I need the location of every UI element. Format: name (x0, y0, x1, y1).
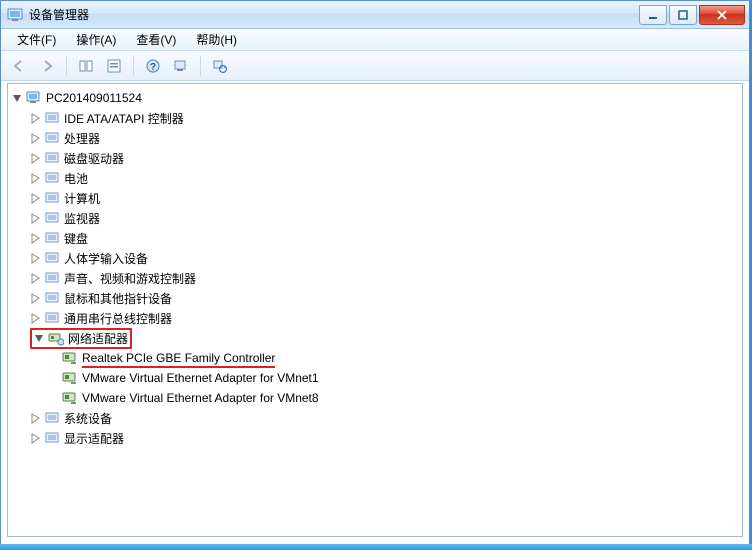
tree-item-label: 系统设备 (64, 410, 112, 427)
expander-icon[interactable] (30, 213, 41, 224)
computer-icon (26, 90, 42, 106)
close-button[interactable] (699, 5, 745, 25)
tree-item-label: 电池 (64, 170, 88, 187)
tree-item[interactable]: 声音、视频和游戏控制器 (30, 268, 742, 288)
device-icon (62, 370, 78, 386)
menu-action[interactable]: 操作(A) (66, 29, 126, 50)
tree-leaf-label: VMware Virtual Ethernet Adapter for VMne… (82, 391, 319, 405)
expander-icon[interactable] (30, 133, 41, 144)
tree-item[interactable]: 计算机 (30, 188, 742, 208)
help-button[interactable]: ? (141, 54, 165, 78)
tree-item-label: 人体学输入设备 (64, 250, 148, 267)
expander-spacer (48, 393, 59, 404)
category-icon (44, 230, 60, 246)
category-icon (44, 210, 60, 226)
expander-icon[interactable] (34, 333, 45, 344)
category-icon (44, 130, 60, 146)
tree-item[interactable]: 键盘 (30, 228, 742, 248)
expander-icon[interactable] (30, 293, 41, 304)
expander-spacer (48, 373, 59, 384)
show-hide-console-button[interactable] (74, 54, 98, 78)
tree-item-label: 处理器 (64, 130, 100, 147)
tree-item-label: IDE ATA/ATAPI 控制器 (64, 110, 184, 127)
tree-panel[interactable]: PC201409011524 IDE ATA/ATAPI 控制器处理器磁盘驱动器电… (7, 83, 743, 537)
tree-item-label: 显示适配器 (64, 430, 124, 447)
app-icon (7, 7, 23, 23)
menu-file[interactable]: 文件(F) (7, 29, 66, 50)
tree-item-label: 网络适配器 (68, 330, 128, 347)
tree-item-label: 计算机 (64, 190, 100, 207)
category-icon (44, 250, 60, 266)
tree-item[interactable]: IDE ATA/ATAPI 控制器 (30, 108, 742, 128)
tree-item-label: 键盘 (64, 230, 88, 247)
tree-item[interactable]: 监视器 (30, 208, 742, 228)
tree-item-label: 声音、视频和游戏控制器 (64, 270, 196, 287)
menu-view[interactable]: 查看(V) (126, 29, 186, 50)
tree-item[interactable]: 人体学输入设备 (30, 248, 742, 268)
tree-item[interactable]: 通用串行总线控制器 (30, 308, 742, 328)
tree-root[interactable]: PC201409011524 IDE ATA/ATAPI 控制器处理器磁盘驱动器电… (12, 88, 742, 448)
device-icon (62, 390, 78, 406)
expander-icon[interactable] (30, 273, 41, 284)
expander-icon[interactable] (30, 173, 41, 184)
maximize-button[interactable] (669, 5, 697, 25)
scan-button[interactable] (169, 54, 193, 78)
tree-item[interactable]: 鼠标和其他指针设备 (30, 288, 742, 308)
tree-item[interactable]: 网络适配器 Realtek PCIe GBE Family Controller V… (30, 328, 742, 408)
expander-icon[interactable] (30, 233, 41, 244)
tree-leaf[interactable]: VMware Virtual Ethernet Adapter for VMne… (48, 388, 742, 408)
expander-icon[interactable] (30, 113, 41, 124)
expander-icon[interactable] (30, 413, 41, 424)
category-icon (44, 110, 60, 126)
category-icon (44, 270, 60, 286)
separator (66, 56, 67, 76)
titlebar[interactable]: 设备管理器 (1, 1, 749, 29)
category-icon (44, 190, 60, 206)
tree-leaf-label: Realtek PCIe GBE Family Controller (82, 351, 275, 365)
menubar: 文件(F) 操作(A) 查看(V) 帮助(H) (1, 29, 749, 51)
category-icon (44, 310, 60, 326)
properties-button[interactable] (102, 54, 126, 78)
expander-icon[interactable] (30, 193, 41, 204)
menu-help[interactable]: 帮助(H) (186, 29, 247, 50)
tree-item-label: 监视器 (64, 210, 100, 227)
tree-item[interactable]: 磁盘驱动器 (30, 148, 742, 168)
separator (133, 56, 134, 76)
forward-button (35, 54, 59, 78)
tree-item-label: 磁盘驱动器 (64, 150, 124, 167)
tree-root-label: PC201409011524 (46, 91, 142, 105)
minimize-button[interactable] (639, 5, 667, 25)
tree-item[interactable]: 系统设备 (30, 408, 742, 428)
svg-text:?: ? (150, 62, 156, 73)
expander-icon[interactable] (30, 153, 41, 164)
tree-leaf-label: VMware Virtual Ethernet Adapter for VMne… (82, 371, 319, 385)
refresh-button[interactable] (208, 54, 232, 78)
expander-icon[interactable] (12, 93, 23, 104)
expander-icon[interactable] (30, 433, 41, 444)
tree-item-label: 通用串行总线控制器 (64, 310, 172, 327)
category-icon (44, 410, 60, 426)
tree-item[interactable]: 显示适配器 (30, 428, 742, 448)
tree-leaf[interactable]: VMware Virtual Ethernet Adapter for VMne… (48, 368, 742, 388)
expander-icon[interactable] (30, 253, 41, 264)
tree-item-label: 鼠标和其他指针设备 (64, 290, 172, 307)
taskbar (0, 544, 752, 550)
tree-leaf[interactable]: Realtek PCIe GBE Family Controller (48, 348, 742, 368)
expander-spacer (48, 353, 59, 364)
category-icon (44, 290, 60, 306)
tree-item[interactable]: 处理器 (30, 128, 742, 148)
toolbar: ? (1, 51, 749, 81)
category-icon (48, 330, 64, 346)
window-controls (637, 5, 745, 25)
back-button (7, 54, 31, 78)
tree-item[interactable]: 电池 (30, 168, 742, 188)
separator (200, 56, 201, 76)
category-icon (44, 430, 60, 446)
window-title: 设备管理器 (29, 6, 637, 23)
device-icon (62, 350, 78, 366)
device-manager-window: 设备管理器 文件(F) 操作(A) 查看(V) 帮助(H) ? PC201409… (0, 0, 750, 546)
category-icon (44, 150, 60, 166)
expander-icon[interactable] (30, 313, 41, 324)
category-icon (44, 170, 60, 186)
